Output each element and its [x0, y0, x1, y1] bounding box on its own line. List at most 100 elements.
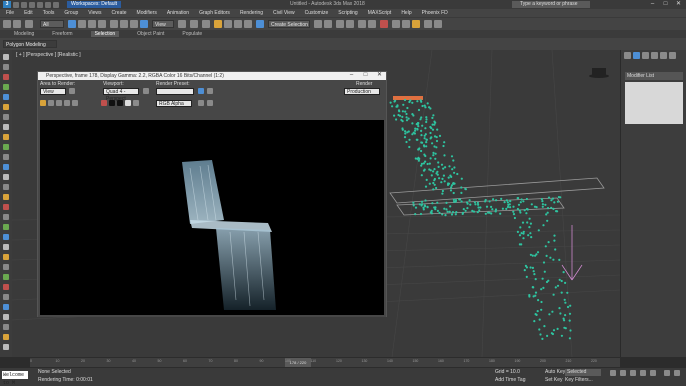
edit-region-icon[interactable]: [69, 88, 75, 94]
render-close-button[interactable]: ✕: [373, 71, 386, 79]
menu-animation[interactable]: Animation: [167, 10, 189, 16]
clone-window-icon[interactable]: [56, 100, 62, 106]
rectangular-selection-icon[interactable]: [88, 20, 96, 28]
render-production-icon[interactable]: [412, 20, 420, 28]
curve-editor-icon[interactable]: [358, 20, 366, 28]
render-minimize-button[interactable]: –: [345, 71, 358, 79]
search-input[interactable]: Type a keyword or phrase: [512, 1, 590, 8]
scene-explorer-icon[interactable]: [336, 20, 344, 28]
layer-explorer-icon[interactable]: [346, 20, 354, 28]
render-maximize-button[interactable]: □: [359, 71, 372, 79]
rendered-frame-window-icon[interactable]: [402, 20, 410, 28]
production-dropdown[interactable]: Production: [344, 88, 380, 95]
menu-graph-editors[interactable]: Graph Editors: [199, 10, 230, 16]
red-channel-icon[interactable]: [101, 100, 107, 106]
foam-icon[interactable]: [3, 264, 9, 270]
save-icon[interactable]: [29, 1, 35, 8]
menu-views[interactable]: Views: [88, 10, 101, 16]
modify-icon[interactable]: [3, 154, 9, 160]
modifier-stack[interactable]: [625, 82, 683, 124]
motion-panel-icon[interactable]: [651, 52, 658, 59]
polygon-modeling-label[interactable]: Polygon Modeling: [3, 40, 57, 48]
selection-filter-dropdown[interactable]: All: [40, 20, 64, 28]
utilities-panel-icon[interactable]: [669, 52, 676, 59]
toggle-ui-overlay-icon[interactable]: [198, 100, 204, 106]
hierarchy-panel-icon[interactable]: [642, 52, 649, 59]
source-icon[interactable]: [3, 234, 9, 240]
scale-icon[interactable]: [130, 20, 138, 28]
align-icon[interactable]: [324, 20, 332, 28]
menu-edit[interactable]: Edit: [24, 10, 33, 16]
open-icon[interactable]: [21, 1, 27, 8]
helper-icon[interactable]: [3, 124, 9, 130]
undo-icon[interactable]: [3, 20, 11, 28]
undo-icon[interactable]: [37, 1, 43, 8]
snaps-toggle-icon[interactable]: [214, 20, 222, 28]
link-icon[interactable]: [25, 20, 33, 28]
display-panel-icon[interactable]: [660, 52, 667, 59]
light-icon[interactable]: [3, 104, 9, 110]
channel-dropdown[interactable]: RGB Alpha: [156, 100, 192, 107]
lock-viewport-icon[interactable]: [143, 88, 149, 94]
fire-icon[interactable]: [3, 214, 9, 220]
angle-snap-icon[interactable]: [224, 20, 232, 28]
rotate-icon[interactable]: [120, 20, 128, 28]
save-image-icon[interactable]: [40, 100, 46, 106]
preview-icon[interactable]: [3, 304, 9, 310]
goto-end-icon[interactable]: [650, 370, 656, 376]
spacewarp-icon[interactable]: [3, 134, 9, 140]
liquid-icon[interactable]: [3, 224, 9, 230]
redo-icon[interactable]: [45, 1, 51, 8]
tab-populate[interactable]: Populate: [182, 31, 202, 37]
settings-icon[interactable]: [3, 334, 9, 340]
new-scene-icon[interactable]: [13, 1, 19, 8]
named-selection-dropdown[interactable]: Create Selection Se: [268, 20, 310, 36]
menu-maxscript[interactable]: MAXScript: [368, 10, 392, 16]
prev-frame-icon[interactable]: [620, 370, 626, 376]
menu-civil-view[interactable]: Civil View: [273, 10, 295, 16]
brush-icon[interactable]: [3, 284, 9, 290]
tab-modeling[interactable]: Modeling: [14, 31, 34, 37]
ocean-icon[interactable]: [3, 274, 9, 280]
select-manipulate-icon[interactable]: [190, 20, 198, 28]
toggle-ui-icon[interactable]: [207, 100, 213, 106]
placement-icon[interactable]: [140, 20, 148, 28]
edit-named-selection-icon[interactable]: [256, 20, 264, 28]
hierarchy-icon[interactable]: [3, 164, 9, 170]
rendered-frame-window[interactable]: Perspective, frame 178, Display Gamma: 2…: [37, 71, 387, 317]
percent-snap-icon[interactable]: [234, 20, 242, 28]
print-icon[interactable]: [64, 100, 70, 106]
cylinder-icon[interactable]: [3, 94, 9, 100]
forcefield-icon[interactable]: [3, 254, 9, 260]
modify-panel-icon[interactable]: [633, 52, 640, 59]
more-icon[interactable]: [3, 344, 9, 350]
render-preset-dropdown[interactable]: [156, 88, 194, 95]
maxscript-listener[interactable]: Welcome to M: [2, 371, 28, 386]
menu-customize[interactable]: Customize: [305, 10, 329, 16]
add-time-tag[interactable]: Add Time Tag: [495, 377, 525, 383]
set-key-button[interactable]: Set Key: [545, 377, 563, 383]
next-frame-icon[interactable]: [640, 370, 646, 376]
select-object-icon[interactable]: [68, 20, 76, 28]
sim-icon[interactable]: [3, 294, 9, 300]
pivot-center-icon[interactable]: [178, 20, 186, 28]
menu-help[interactable]: Help: [401, 10, 411, 16]
cache-icon[interactable]: [3, 314, 9, 320]
tab-object-paint[interactable]: Object Paint: [137, 31, 164, 37]
box-icon[interactable]: [3, 74, 9, 80]
menu-phoenix-fd[interactable]: Phoenix FD: [422, 10, 448, 16]
camera-icon[interactable]: [3, 114, 9, 120]
create-icon[interactable]: [3, 64, 9, 70]
keyboard-shortcut-icon[interactable]: [202, 20, 210, 28]
mono-icon[interactable]: [133, 100, 139, 106]
mesh-icon[interactable]: [3, 324, 9, 330]
copy-image-icon[interactable]: [48, 100, 54, 106]
render-canvas[interactable]: [40, 120, 384, 315]
goto-start-icon[interactable]: [610, 370, 616, 376]
render-setup-icon[interactable]: [392, 20, 400, 28]
green-channel-icon[interactable]: [109, 100, 115, 106]
menu-rendering[interactable]: Rendering: [240, 10, 263, 16]
time-slider-track[interactable]: 178 / 220 0 10 20 30 40 50 60 70 80 90 100 110 120 13…: [30, 358, 620, 367]
environment-icon[interactable]: [207, 88, 213, 94]
menu-create[interactable]: Create: [112, 10, 127, 16]
